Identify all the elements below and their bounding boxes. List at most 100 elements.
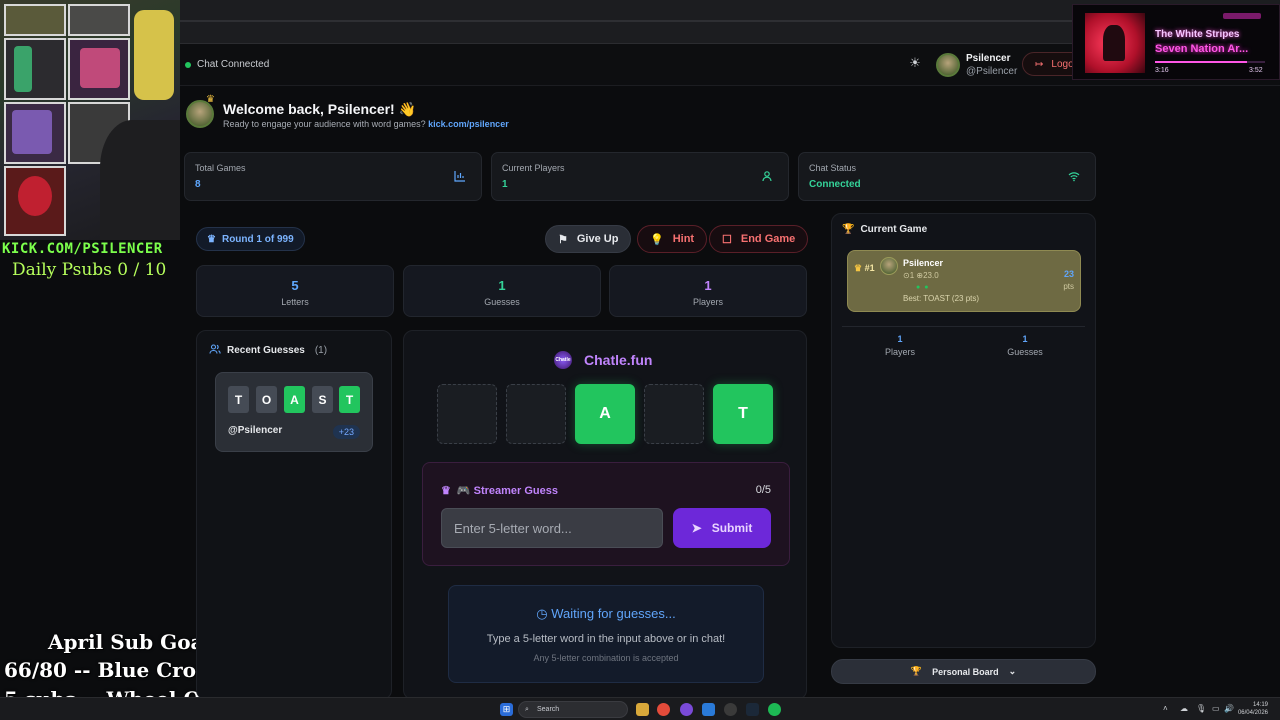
- search-icon: ⌕: [525, 706, 529, 713]
- streamer-guess-count: 0/5: [755, 484, 771, 496]
- guess-letter-tile: T: [228, 386, 249, 413]
- stat-label: Chat Status: [809, 163, 857, 173]
- personal-board-label: Personal Board: [932, 666, 999, 677]
- current-game-title: 🏆 Current Game: [842, 224, 927, 235]
- stat-value: 8: [195, 179, 201, 190]
- obs-icon[interactable]: [724, 703, 737, 716]
- welcome-subtitle: Ready to engage your audience with word …: [223, 119, 509, 129]
- leader-points: 23: [1063, 269, 1074, 279]
- avatar[interactable]: [936, 53, 960, 77]
- leader-dots-icon: ●●: [916, 284, 933, 291]
- round-label: Round 1 of 999: [221, 233, 294, 245]
- metric-value: 1: [498, 278, 506, 293]
- tray-mic-icon[interactable]: 🎙: [1196, 704, 1206, 713]
- hint-label: Hint: [672, 233, 695, 245]
- start-icon[interactable]: ⊞: [500, 703, 513, 716]
- players-label: Players: [884, 347, 915, 357]
- os-taskbar: ⊞ ⌕ Search ˄ ☁ 🎙 ▭ 🔊 14:19 06/04/2026: [0, 697, 1280, 720]
- guesses-value: 1: [1022, 334, 1028, 344]
- tray-cloud-icon[interactable]: ☁: [1180, 704, 1188, 713]
- end-game-label: End Game: [740, 233, 796, 245]
- current-game-label: Current Game: [860, 224, 928, 235]
- leader-best: Best: TOAST (23 pts): [903, 294, 980, 303]
- logout-icon: ↦: [1035, 58, 1044, 70]
- crown-icon: ♛: [441, 485, 451, 497]
- guesses-label: Guesses: [1007, 347, 1043, 357]
- waiting-box: ◷ Waiting for guesses... Type a 5-letter…: [448, 585, 764, 683]
- stat-value: Connected: [809, 179, 861, 190]
- chevron-down-icon: ⌄: [1008, 666, 1017, 676]
- stat-chat-status: Chat Status Connected: [798, 152, 1096, 201]
- crown-icon: ♛: [206, 94, 215, 105]
- give-up-button[interactable]: ⚑ Give Up: [545, 225, 632, 253]
- taskbar-search[interactable]: ⌕ Search: [518, 701, 628, 718]
- chatle-logo-icon: Chatle: [554, 351, 572, 369]
- metric-players: 1 Players: [609, 265, 807, 317]
- metric-guesses: 1 Guesses: [403, 265, 601, 317]
- kick-channel-banner: KICK.COM/PSILENCER: [0, 240, 178, 258]
- metric-label: Letters: [281, 297, 309, 307]
- players-value: 1: [897, 334, 903, 344]
- waiting-note: Any 5-letter combination is accepted: [533, 653, 679, 663]
- recent-guesses-label: Recent Guesses: [227, 345, 305, 356]
- user-icon: [760, 170, 774, 184]
- app-icon[interactable]: [680, 703, 693, 716]
- divider: [842, 326, 1085, 327]
- recent-guesses-count: (1): [314, 345, 328, 356]
- leaderboard-entry: ♛ #1 Psilencer ⊙1 ⊕23.0 ●● Best: TOAST (…: [847, 250, 1081, 312]
- submit-button[interactable]: ➤ Submit: [673, 508, 771, 548]
- guess-letter-tile: T: [339, 386, 360, 413]
- recent-guesses-title: Recent Guesses (1): [209, 343, 327, 358]
- end-game-button[interactable]: ☐ End Game: [709, 225, 809, 253]
- theme-toggle-sun-icon[interactable]: ☀: [908, 56, 922, 70]
- hint-button[interactable]: 💡 Hint: [637, 225, 708, 253]
- leader-stats: ⊙1 ⊕23.0: [903, 271, 939, 280]
- channel-link[interactable]: kick.com/psilencer: [428, 119, 509, 129]
- file-explorer-icon[interactable]: [636, 703, 649, 716]
- streamer-guess-title: ♛ 🎮 Streamer Guess: [441, 484, 558, 497]
- trophy-icon: 🏆: [910, 666, 923, 676]
- taskbar-clock[interactable]: 14:19 06/04/2026: [1238, 701, 1268, 717]
- round-indicator: ♛ Round 1 of 999: [196, 227, 305, 251]
- tray-network-icon[interactable]: ▭: [1212, 704, 1220, 713]
- np-tag-decoration: [1223, 13, 1261, 19]
- game-board-panel: Chatle Chatle.fun A T ♛ 🎮 Streamer Guess…: [403, 330, 807, 700]
- give-up-label: Give Up: [576, 233, 619, 245]
- stat-total-games: Total Games 8: [184, 152, 482, 201]
- chat-connection-status: Chat Connected: [185, 59, 269, 70]
- crown-icon: ♛: [854, 263, 863, 273]
- leader-rank: ♛ #1: [854, 263, 875, 274]
- recent-guesses-panel: Recent Guesses (1) T O A S T @Psilencer …: [196, 330, 392, 700]
- flag-icon: ⚑: [558, 233, 568, 246]
- submit-label: Submit: [711, 521, 753, 535]
- guess-letter-tile: S: [312, 386, 333, 413]
- metric-letters: 5 Letters: [196, 265, 394, 317]
- current-game-players: 1 Players: [840, 334, 960, 357]
- chat-status-label: Chat Connected: [197, 59, 270, 70]
- trophy-icon: 🏆: [842, 224, 855, 235]
- vscode-icon[interactable]: [702, 703, 715, 716]
- tray-chevron-icon[interactable]: ˄: [1163, 704, 1168, 713]
- chrome-icon[interactable]: [657, 703, 670, 716]
- waiting-description: Type a 5-letter word in the input above …: [486, 633, 726, 645]
- personal-board-toggle[interactable]: 🏆 Personal Board ⌄: [831, 659, 1096, 684]
- tray-volume-icon[interactable]: 🔊: [1224, 704, 1234, 713]
- guess-card: T O A S T @Psilencer +23: [215, 372, 373, 452]
- leader-points-label: pts: [1063, 282, 1074, 291]
- spotify-icon[interactable]: [768, 703, 781, 716]
- clock-time: 14:19: [1252, 702, 1268, 708]
- waiting-title: ◷ Waiting for guesses...: [449, 606, 763, 622]
- board-tile: A: [575, 384, 635, 444]
- steam-icon[interactable]: [746, 703, 759, 716]
- daily-psubs-counter: Daily Psubs 0 / 10: [12, 260, 167, 280]
- clock-date: 06/04/2026: [1237, 710, 1268, 716]
- bar-chart-icon: [453, 170, 467, 184]
- leader-rank-label: #1: [864, 263, 875, 273]
- stat-value: 1: [502, 179, 508, 190]
- np-title: Seven Nation Ar...: [1155, 43, 1249, 55]
- guess-input[interactable]: [441, 508, 663, 548]
- crown-icon: ♛: [207, 233, 216, 245]
- now-playing-widget: The White Stripes Seven Nation Ar... 3:1…: [1072, 4, 1280, 80]
- board-tile: [506, 384, 566, 444]
- lightbulb-icon: 💡: [650, 233, 664, 246]
